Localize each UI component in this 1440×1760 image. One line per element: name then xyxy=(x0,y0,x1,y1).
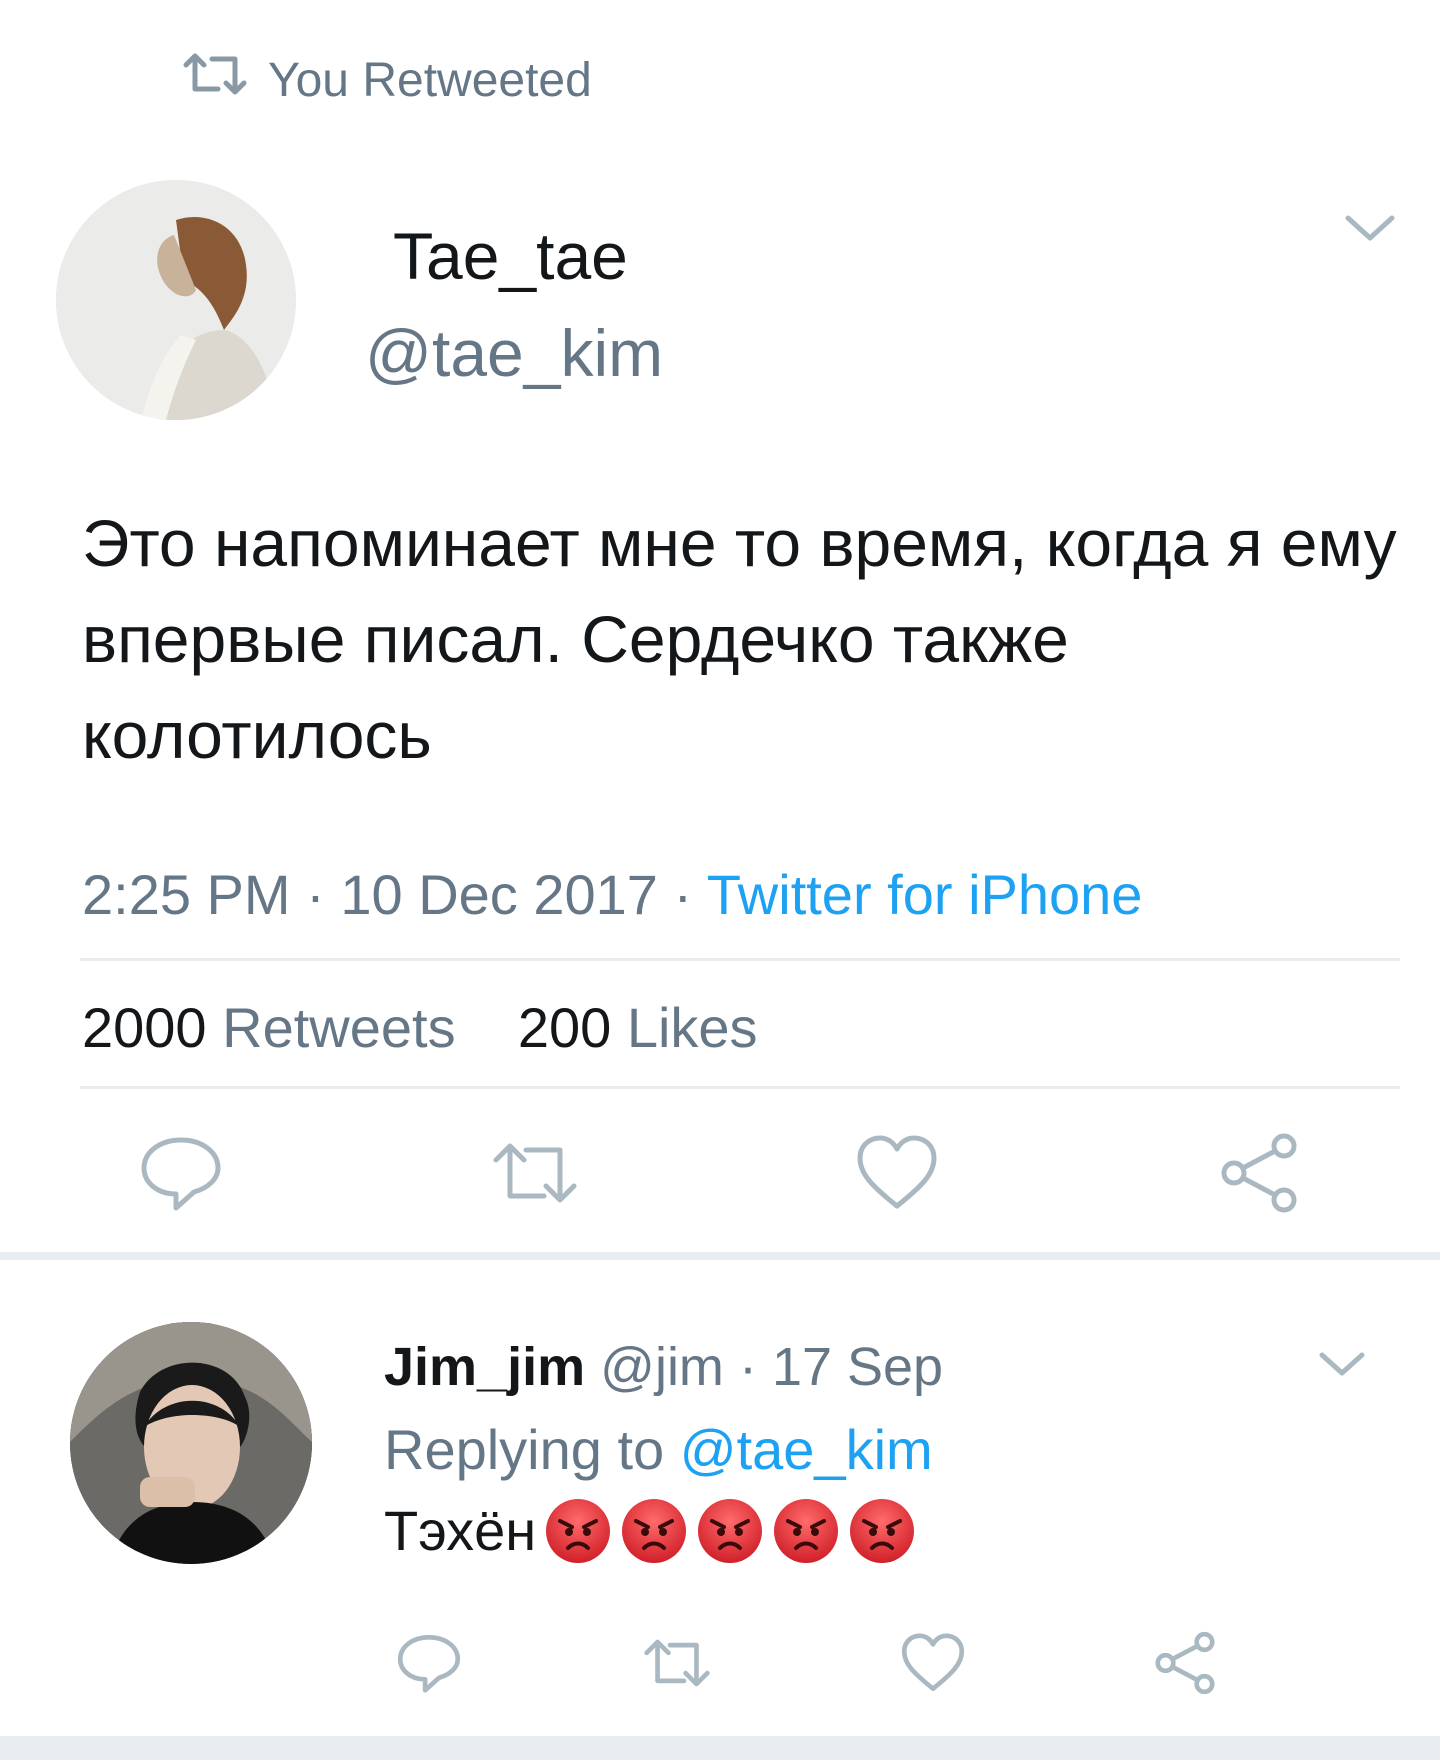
avatar[interactable] xyxy=(56,180,296,420)
reply-icon[interactable] xyxy=(136,1128,226,1218)
divider xyxy=(80,958,1400,961)
likes-label: Likes xyxy=(626,996,758,1059)
reply-date[interactable]: 17 Sep xyxy=(772,1337,943,1397)
replying-to-label: Replying to xyxy=(384,1418,665,1481)
share-icon[interactable] xyxy=(1150,1628,1220,1698)
display-name[interactable]: Tae_tae xyxy=(393,218,628,294)
retweet-icon[interactable] xyxy=(642,1628,712,1698)
tweet-time: 2:25 PM xyxy=(82,863,291,926)
emoji-row xyxy=(544,1497,916,1565)
angry-face-emoji xyxy=(696,1497,764,1565)
tweet-stats: 2000 Retweets 200 Likes xyxy=(82,992,758,1064)
retweet-header: You Retweeted xyxy=(182,48,592,112)
likes-count: 200 xyxy=(517,996,612,1059)
retweets-label: Retweets xyxy=(222,996,456,1059)
retweets-count: 2000 xyxy=(82,996,207,1059)
tweet-meta: 2:25 PM · 10 Dec 2017 · Twitter for iPho… xyxy=(82,860,1142,930)
reply-header: Jim_jim @jim · 17 Sep xyxy=(384,1334,943,1400)
reply-text-content: Тэхён xyxy=(384,1499,537,1562)
meta-separator: · xyxy=(738,1337,757,1397)
tweet-separator xyxy=(0,1736,1440,1760)
meta-separator: · xyxy=(673,863,693,926)
reply-handle[interactable]: @jim xyxy=(600,1337,724,1397)
retweets-stat[interactable]: 2000 Retweets xyxy=(82,996,456,1059)
tweet-text: Это напоминает мне то время, когда я ему… xyxy=(82,506,1397,772)
avatar[interactable] xyxy=(70,1322,312,1564)
tweet-source-link[interactable]: Twitter for iPhone xyxy=(707,863,1143,926)
chevron-down-icon[interactable] xyxy=(1316,1346,1368,1382)
tweet-separator xyxy=(0,1252,1440,1260)
reply-display-name[interactable]: Jim_jim xyxy=(384,1337,585,1397)
likes-stat[interactable]: 200 Likes xyxy=(518,996,758,1059)
angry-face-emoji xyxy=(544,1497,612,1565)
retweet-icon[interactable] xyxy=(490,1128,580,1218)
angry-face-emoji xyxy=(620,1497,688,1565)
chevron-down-icon[interactable] xyxy=(1342,208,1398,248)
retweet-icon xyxy=(182,51,248,109)
replying-to-handle[interactable]: @tae_kim xyxy=(680,1418,933,1481)
meta-separator: · xyxy=(306,863,325,926)
handle[interactable]: @tae_kim xyxy=(365,315,663,391)
angry-face-emoji xyxy=(848,1497,916,1565)
like-icon[interactable] xyxy=(898,1628,968,1698)
share-icon[interactable] xyxy=(1214,1128,1304,1218)
reply-icon[interactable] xyxy=(394,1628,464,1698)
tweet-date: 10 Dec 2017 xyxy=(340,863,658,926)
reply-text: Тэхён xyxy=(384,1496,916,1566)
like-icon[interactable] xyxy=(852,1128,942,1218)
divider xyxy=(80,1086,1400,1089)
replying-to: Replying to @tae_kim xyxy=(384,1416,933,1484)
angry-face-emoji xyxy=(772,1497,840,1565)
retweet-header-label: You Retweeted xyxy=(268,53,592,107)
